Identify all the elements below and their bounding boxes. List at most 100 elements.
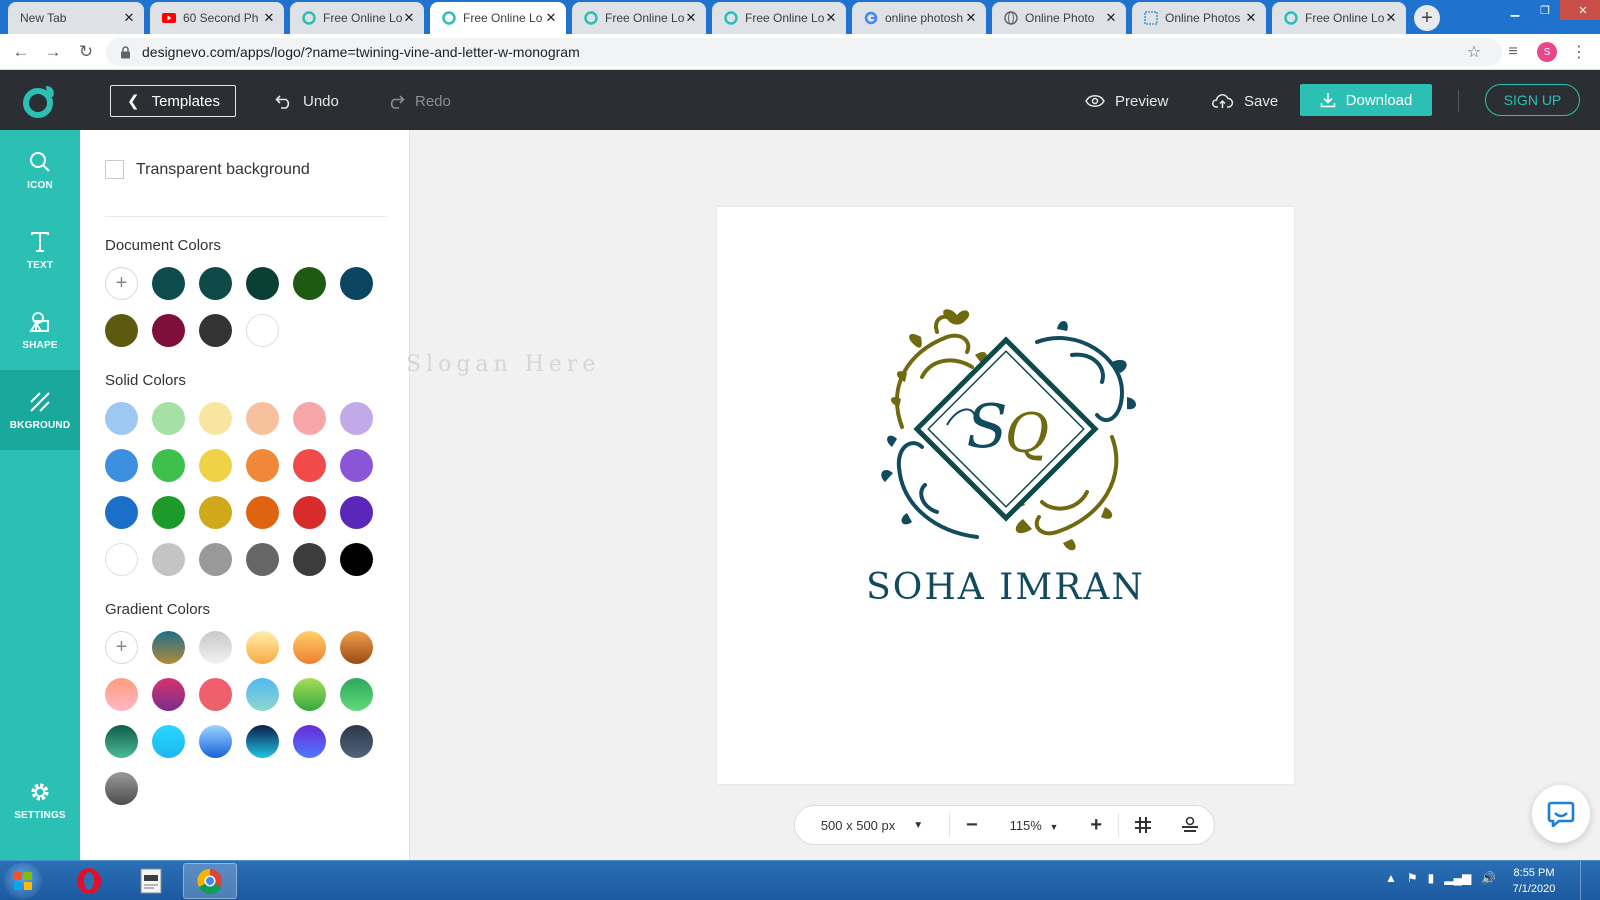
bookmark-star-icon[interactable]: ☆ <box>1463 41 1485 63</box>
gradient-color-swatch[interactable] <box>340 678 373 711</box>
rail-item-icon[interactable]: ICON <box>0 130 80 210</box>
solid-color-swatch[interactable] <box>340 402 373 435</box>
solid-color-swatch[interactable] <box>199 402 232 435</box>
taskbar-notepad[interactable] <box>124 863 178 899</box>
vine-monogram-emblem[interactable]: S Q <box>877 307 1137 557</box>
back-icon[interactable]: ← <box>10 41 32 63</box>
close-icon[interactable]: ✕ <box>402 10 416 26</box>
document-color-swatch[interactable] <box>199 314 232 347</box>
signup-button[interactable]: SIGN UP <box>1485 84 1580 116</box>
solid-color-swatch[interactable] <box>293 449 326 482</box>
solid-color-swatch[interactable] <box>105 402 138 435</box>
window-close-icon[interactable]: ✕ <box>1560 0 1600 20</box>
browser-tab[interactable]: New Tab ✕ <box>8 2 144 34</box>
close-icon[interactable]: ✕ <box>122 10 136 26</box>
close-icon[interactable]: ✕ <box>262 10 276 26</box>
solid-color-swatch[interactable] <box>246 402 279 435</box>
taskbar-opera[interactable] <box>62 863 116 899</box>
document-color-swatch[interactable] <box>246 314 279 347</box>
download-button[interactable]: Download <box>1300 84 1432 116</box>
document-color-swatch[interactable] <box>293 267 326 300</box>
show-hidden-icons-icon[interactable]: ▲ <box>1385 871 1397 885</box>
browser-tab[interactable]: Online Photos ✕ <box>1132 2 1266 34</box>
solid-color-swatch[interactable] <box>152 449 185 482</box>
gradient-color-swatch[interactable] <box>152 725 185 758</box>
gradient-color-swatch[interactable] <box>105 725 138 758</box>
add-document-color-button[interactable]: + <box>105 267 138 300</box>
document-color-swatch[interactable] <box>152 314 185 347</box>
solid-color-swatch[interactable] <box>105 449 138 482</box>
solid-color-swatch[interactable] <box>340 496 373 529</box>
close-icon[interactable]: ✕ <box>964 10 978 26</box>
browser-tab[interactable]: Online Photo ✕ <box>992 2 1126 34</box>
gradient-color-swatch[interactable] <box>246 678 279 711</box>
undo-button[interactable]: Undo <box>275 85 339 117</box>
canvas-size-select[interactable]: 500 x 500 px ▼ <box>795 818 949 833</box>
gradient-color-swatch[interactable] <box>105 678 138 711</box>
forward-icon[interactable]: → <box>42 41 64 63</box>
reload-icon[interactable]: ↻ <box>75 41 97 63</box>
transparent-background-option[interactable]: Transparent background <box>105 160 310 179</box>
new-tab-button[interactable]: + <box>1414 5 1440 31</box>
solid-color-swatch[interactable] <box>293 496 326 529</box>
browser-tab[interactable]: Free Online Lo ✕ <box>1272 2 1406 34</box>
profile-avatar[interactable]: S <box>1537 42 1557 62</box>
browser-tab[interactable]: Free Online Lo ✕ <box>712 2 846 34</box>
system-clock[interactable]: 8:55 PM 7/1/2020 <box>1500 865 1568 897</box>
add-gradient-color-button[interactable]: + <box>105 631 138 664</box>
browser-tab[interactable]: online photosh ✕ <box>852 2 986 34</box>
chat-support-button[interactable] <box>1532 785 1590 843</box>
preview-button[interactable]: Preview <box>1085 85 1168 117</box>
align-guide-icon[interactable] <box>1181 816 1199 834</box>
gradient-color-swatch[interactable] <box>199 678 232 711</box>
close-icon[interactable]: ✕ <box>1244 10 1258 26</box>
zoom-select[interactable]: 115% ▼ <box>1010 818 1059 833</box>
solid-color-swatch[interactable] <box>152 402 185 435</box>
browser-tab[interactable]: 60 Second Ph ✕ <box>150 2 284 34</box>
flag-icon[interactable]: ⚑ <box>1407 871 1418 885</box>
document-color-swatch[interactable] <box>105 314 138 347</box>
slogan-text[interactable]: Slogan Here <box>406 352 600 377</box>
document-color-swatch[interactable] <box>199 267 232 300</box>
solid-color-swatch[interactable] <box>199 496 232 529</box>
minimize-icon[interactable]: ▁ <box>1500 0 1530 20</box>
rail-item-text[interactable]: TEXT <box>0 210 80 290</box>
solid-color-swatch[interactable] <box>340 449 373 482</box>
volume-icon[interactable]: 🔊 <box>1481 871 1496 885</box>
templates-button[interactable]: ❮ Templates <box>110 85 236 117</box>
close-icon[interactable]: ✕ <box>1384 10 1398 26</box>
rail-item-settings[interactable]: SETTINGS <box>0 760 80 840</box>
solid-color-swatch[interactable] <box>293 402 326 435</box>
solid-color-swatch[interactable] <box>340 543 373 576</box>
solid-color-swatch[interactable] <box>246 496 279 529</box>
gradient-color-swatch[interactable] <box>293 725 326 758</box>
solid-color-swatch[interactable] <box>152 496 185 529</box>
gradient-color-swatch[interactable] <box>105 772 138 805</box>
document-color-swatch[interactable] <box>246 267 279 300</box>
close-icon[interactable]: ✕ <box>684 10 698 26</box>
zoom-out-icon[interactable]: − <box>966 814 978 837</box>
browser-tab[interactable]: Free Online Lo ✕ <box>290 2 424 34</box>
gradient-color-swatch[interactable] <box>246 631 279 664</box>
close-icon[interactable]: ✕ <box>544 10 558 26</box>
redo-button[interactable]: Redo <box>387 85 451 117</box>
gradient-color-swatch[interactable] <box>293 678 326 711</box>
solid-color-swatch[interactable] <box>246 449 279 482</box>
transparent-checkbox[interactable] <box>105 160 124 179</box>
start-button[interactable] <box>4 863 42 899</box>
rail-item-shape[interactable]: SHAPE <box>0 290 80 370</box>
browser-tab[interactable]: Free Online Lo ✕ <box>572 2 706 34</box>
save-button[interactable]: Save <box>1212 85 1278 117</box>
gradient-color-swatch[interactable] <box>293 631 326 664</box>
close-icon[interactable]: ✕ <box>824 10 838 26</box>
gradient-color-swatch[interactable] <box>340 631 373 664</box>
solid-color-swatch[interactable] <box>105 496 138 529</box>
battery-icon[interactable]: ▮ <box>1428 871 1435 885</box>
solid-color-swatch[interactable] <box>152 543 185 576</box>
close-icon[interactable]: ✕ <box>1104 10 1118 26</box>
media-control-icon[interactable]: ≡ <box>1502 41 1524 63</box>
rail-item-background[interactable]: BKGROUND <box>0 370 80 450</box>
solid-color-swatch[interactable] <box>293 543 326 576</box>
restore-icon[interactable]: ❐ <box>1530 0 1560 20</box>
designevo-logo-icon[interactable] <box>20 82 58 120</box>
